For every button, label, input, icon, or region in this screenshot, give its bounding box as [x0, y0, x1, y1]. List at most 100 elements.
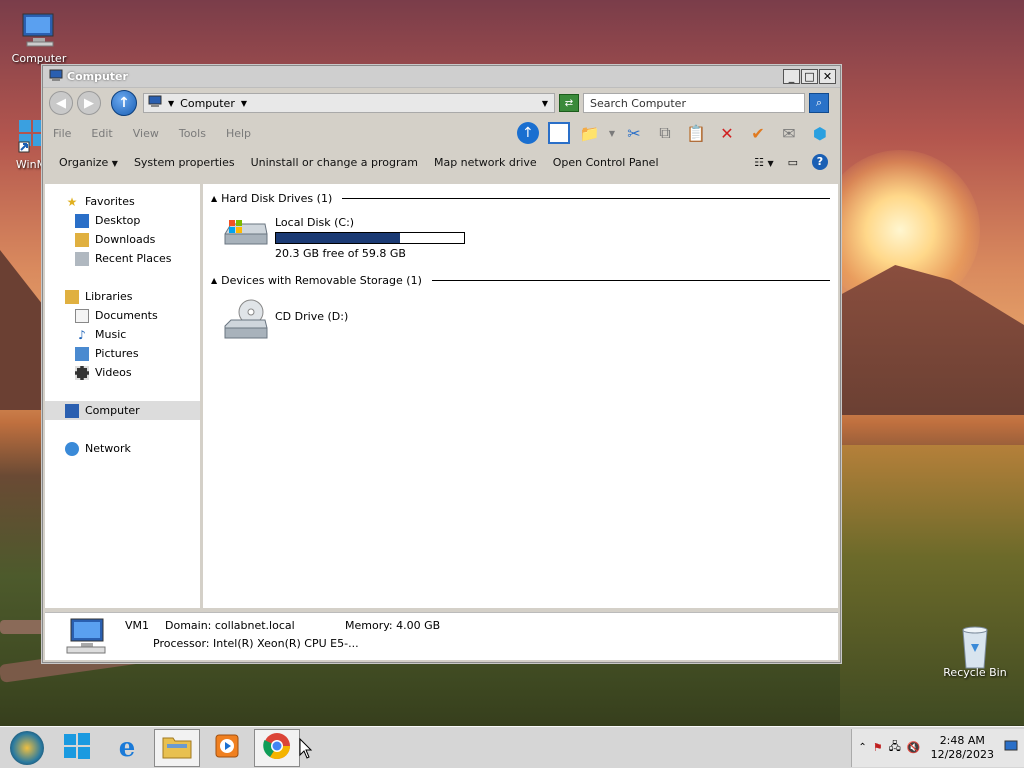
map-network-drive-button[interactable]: Map network drive	[434, 156, 537, 169]
nav-pictures[interactable]: Pictures	[45, 344, 200, 363]
nav-network[interactable]: Network	[45, 439, 200, 458]
close-button[interactable]: ✕	[819, 69, 836, 84]
up-arrow-icon: ↑	[118, 95, 130, 111]
system-properties-button[interactable]: System properties	[134, 156, 235, 169]
menu-bar: File Edit View Tools Help ↑ 📁 ▼ ✂ ⧉ 📋 ✕ …	[43, 118, 840, 148]
taskbar-file-explorer[interactable]	[154, 728, 200, 767]
nav-label: Downloads	[95, 233, 156, 246]
nav-videos[interactable]: Videos	[45, 363, 200, 382]
action-center-flag-icon[interactable]: ⚑	[873, 741, 883, 754]
nav-desktop[interactable]: Desktop	[45, 211, 200, 230]
computer-icon	[65, 403, 79, 418]
folder-check-icon: 📁	[579, 123, 600, 143]
windows-flag-button[interactable]: ⬢	[808, 121, 832, 145]
copy-button[interactable]: ⧉	[653, 121, 677, 145]
menu-file[interactable]: File	[53, 127, 71, 140]
view-options-button[interactable]: ☷ ▼	[754, 156, 774, 169]
pane-icon	[547, 122, 570, 144]
nav-favorites[interactable]: ★ Favorites	[45, 192, 200, 211]
volume-muted-icon[interactable]: 🔇	[907, 741, 921, 754]
taskbar-internet-explorer[interactable]: e	[104, 729, 150, 767]
preview-pane-icon: ▭	[787, 155, 798, 169]
organize-button[interactable]: Organize ▼	[59, 156, 118, 169]
clipboard-icon: 📋	[686, 123, 706, 143]
documents-icon	[75, 308, 89, 323]
nav-label: Videos	[95, 366, 132, 379]
group-header-removable[interactable]: ▲ Devices with Removable Storage (1)	[211, 272, 830, 288]
search-button[interactable]: ⌕	[809, 93, 829, 113]
shell-logo-icon	[10, 730, 44, 765]
search-input[interactable]: Search Computer	[583, 93, 805, 113]
internet-explorer-icon: e	[118, 732, 136, 763]
show-desktop-button[interactable]	[1004, 739, 1018, 756]
computer-icon	[19, 10, 59, 50]
explorer-window: Computer _ □ ✕ ◀ ▶ ↑ ▼ Computer ▼ ▼ ⇄ Se…	[42, 65, 841, 663]
paste-button[interactable]: 📋	[684, 121, 708, 145]
nav-computer[interactable]: Computer	[45, 401, 200, 420]
forward-button[interactable]: ▶	[77, 91, 101, 115]
back-button[interactable]: ◀	[49, 91, 73, 115]
maximize-button[interactable]: □	[801, 69, 818, 84]
group-header-hdd[interactable]: ▲ Hard Disk Drives (1)	[211, 190, 830, 206]
nav-downloads[interactable]: Downloads	[45, 230, 200, 249]
pane-toggle-button[interactable]	[547, 121, 571, 145]
properties-button[interactable]: ✔	[746, 121, 770, 145]
delete-button[interactable]: ✕	[715, 121, 739, 145]
show-hidden-icons-button[interactable]: ⌃	[858, 742, 866, 753]
breadcrumb-computer[interactable]: Computer	[180, 97, 235, 110]
nav-label: Documents	[95, 309, 158, 322]
copy-icon: ⧉	[659, 123, 671, 142]
cut-button[interactable]: ✂	[622, 121, 646, 145]
window-title: Computer	[67, 70, 128, 83]
breadcrumb-separator-icon[interactable]: ▼	[168, 99, 174, 108]
taskbar-media-player[interactable]	[204, 729, 250, 767]
hard-disk-icon	[221, 216, 269, 252]
breadcrumb-chevron-icon[interactable]: ▼	[241, 99, 247, 108]
help-button[interactable]: ?	[812, 154, 828, 170]
refresh-button[interactable]: ⇄	[559, 94, 579, 112]
desktop-icon-computer[interactable]: Computer	[2, 10, 76, 65]
start-button[interactable]	[4, 729, 50, 767]
menu-edit[interactable]: Edit	[91, 127, 112, 140]
drive-item-d[interactable]: CD Drive (D:)	[211, 298, 830, 339]
content-pane: ▲ Hard Disk Drives (1) Local Disk (C:) 2…	[203, 184, 838, 608]
folder-options-button[interactable]: 📁	[578, 121, 602, 145]
nav-documents[interactable]: Documents	[45, 306, 200, 325]
menu-view[interactable]: View	[133, 127, 159, 140]
address-bar[interactable]: ▼ Computer ▼ ▼	[143, 93, 555, 113]
dropdown-small-icon[interactable]: ▼	[609, 129, 615, 138]
nav-recent-places[interactable]: Recent Places	[45, 249, 200, 268]
uninstall-program-button[interactable]: Uninstall or change a program	[251, 156, 418, 169]
star-icon: ★	[66, 194, 78, 209]
menu-help[interactable]: Help	[226, 127, 251, 140]
nav-music[interactable]: ♪ Music	[45, 325, 200, 344]
open-control-panel-button[interactable]: Open Control Panel	[553, 156, 659, 169]
nav-label: Music	[95, 328, 127, 341]
up-level-button[interactable]: ↑	[111, 90, 137, 116]
minimize-button[interactable]: _	[783, 69, 800, 84]
group-title: Devices with Removable Storage (1)	[221, 273, 422, 287]
pictures-icon	[75, 346, 89, 361]
up-toolbar-button[interactable]: ↑	[516, 121, 540, 145]
computer-small-icon	[148, 95, 162, 111]
network-icon	[65, 441, 79, 456]
email-button[interactable]: ✉	[777, 121, 801, 145]
organize-label: Organize	[59, 155, 109, 169]
network-status-icon[interactable]: 🖧	[889, 738, 901, 757]
address-dropdown-icon[interactable]: ▼	[542, 99, 548, 108]
menu-tools[interactable]: Tools	[179, 127, 206, 140]
libraries-icon	[65, 289, 79, 304]
nav-libraries[interactable]: Libraries	[45, 287, 200, 306]
refresh-icon: ⇄	[564, 97, 574, 109]
taskbar-chrome[interactable]	[254, 728, 300, 767]
drive-item-c[interactable]: Local Disk (C:) 20.3 GB free of 59.8 GB	[211, 216, 830, 260]
command-bar: Organize ▼ System properties Uninstall o…	[43, 148, 840, 176]
envelope-icon: ✉	[782, 123, 796, 143]
nav-label: Libraries	[85, 290, 133, 303]
clock[interactable]: 2:48 AM 12/28/2023	[931, 734, 994, 762]
desktop-icon-recycle-bin[interactable]: Recycle Bin	[938, 624, 1012, 679]
chevron-down-icon: ▼	[767, 158, 774, 168]
title-bar[interactable]: Computer _ □ ✕	[43, 66, 840, 88]
preview-pane-button[interactable]: ▭	[788, 156, 798, 169]
taskbar-windows[interactable]	[54, 729, 100, 767]
